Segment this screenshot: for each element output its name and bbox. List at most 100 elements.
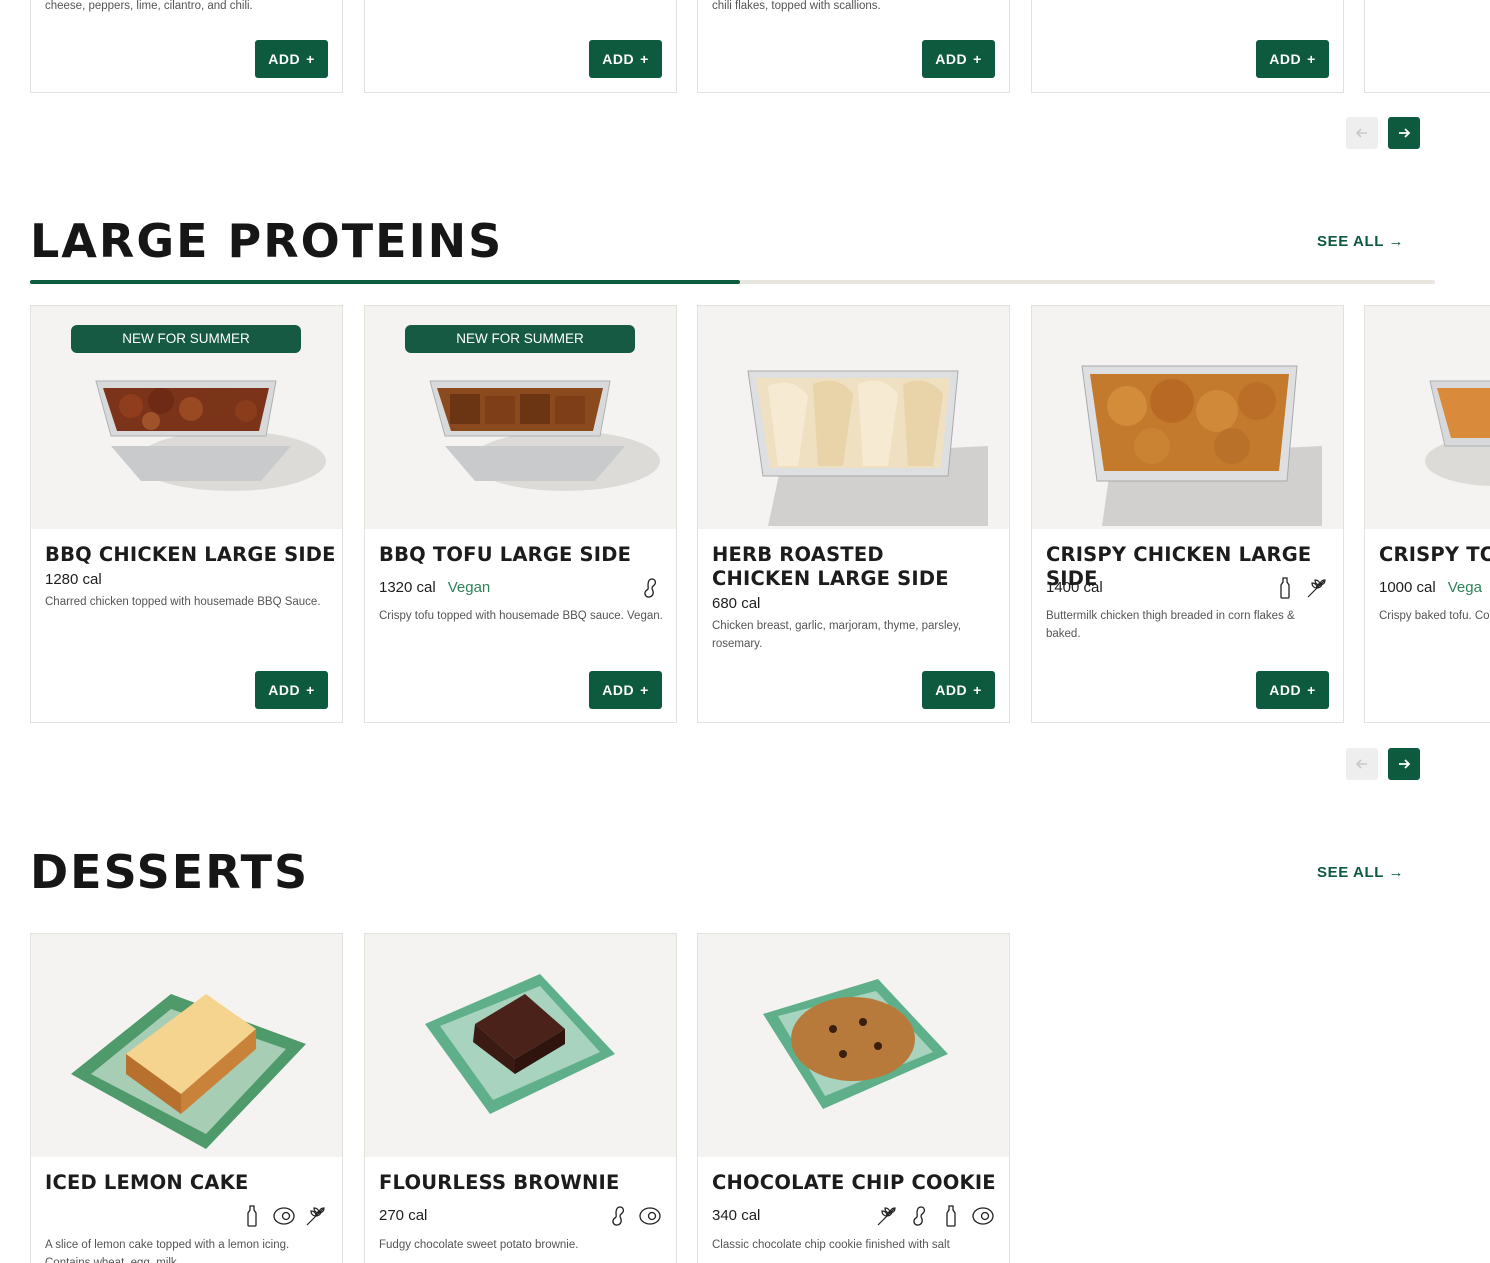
add-label: ADD (1269, 51, 1302, 67)
menu-card: cheese, peppers, lime, cilantro, and chi… (30, 0, 343, 93)
milk-icon (1280, 577, 1290, 599)
product-description: Buttermilk chicken thigh breaded in corn… (1046, 610, 1295, 640)
add-button[interactable]: ADD + (922, 671, 995, 709)
add-button[interactable]: ADD + (589, 40, 662, 78)
product-calories: 270 cal (379, 1207, 428, 1224)
product-name: CRISPY TOF (1379, 543, 1490, 566)
product-name: BBQ TOFU LARGE SIDE (379, 543, 632, 566)
arrow-left-icon (1355, 128, 1367, 138)
plus-icon: + (1307, 51, 1316, 67)
carousel-prev-button[interactable] (1346, 117, 1378, 149)
menu-card: ADD + (1031, 0, 1344, 93)
menu-card: ADD + (364, 0, 677, 93)
food-tray-image (747, 370, 988, 526)
product-description: Chicken breast, garlic, marjoram, thyme,… (712, 620, 962, 650)
calories-value: 1320 cal (379, 579, 436, 596)
add-label: ADD (602, 682, 635, 698)
add-button[interactable]: ADD + (255, 671, 328, 709)
allergen-icons (606, 1204, 662, 1228)
wheat-icon (306, 1207, 325, 1226)
product-calories: 1000 cal Vega (1379, 579, 1482, 596)
menu-card: ICED LEMON CAKE A slice of lemon cake to… (30, 933, 343, 1263)
menu-card: CRISPY TOF 1000 cal Vega Crispy baked tof… (1364, 305, 1490, 723)
product-image (698, 934, 1009, 1157)
product-calories: 340 cal (712, 1207, 761, 1224)
cookie-image (763, 979, 948, 1109)
peanut-icon (612, 1206, 625, 1226)
product-calories: 680 cal (712, 595, 761, 612)
plus-icon: + (973, 682, 982, 698)
product-name: FLOURLESS BROWNIE (379, 1171, 620, 1194)
vegan-tag: Vegan (447, 579, 491, 596)
carousel-prev-button[interactable] (1346, 748, 1378, 780)
product-description: A slice of lemon cake topped with a lemo… (45, 1239, 290, 1263)
add-label: ADD (268, 682, 301, 698)
section-title: LARGE PROTEINS (30, 214, 504, 268)
allergen-icons (638, 576, 662, 600)
add-button[interactable]: ADD + (1256, 671, 1329, 709)
card-description: cheese, peppers, lime, cilantro, and chi… (45, 0, 253, 12)
plus-icon: + (306, 51, 315, 67)
add-button[interactable]: ADD + (922, 40, 995, 78)
plus-icon: + (973, 51, 982, 67)
arrow-right-icon (1399, 128, 1411, 138)
product-description: Classic chocolate chip cookie finished w… (712, 1239, 950, 1251)
plus-icon: + (1307, 682, 1316, 698)
product-name: BBQ CHICKEN LARGE SIDE (45, 543, 336, 566)
brownie-image (425, 974, 615, 1114)
add-button[interactable]: ADD + (1256, 40, 1329, 78)
add-button[interactable]: ADD + (589, 671, 662, 709)
product-image (1032, 306, 1343, 529)
see-all-link[interactable]: SEE ALL → (1317, 864, 1404, 881)
add-label: ADD (1269, 682, 1302, 698)
card-description: chili flakes, topped with scallions. (712, 0, 881, 12)
egg-icon (639, 1207, 661, 1225)
menu-card: NEW FOR SUMMER BBQ TOFU LARGE SIDE 1320 … (364, 305, 677, 723)
product-description: Crispy tofu topped with housemade BBQ sa… (379, 610, 663, 622)
carousel-progress-fill (30, 280, 740, 284)
product-description: Fudgy chocolate sweet potato brownie. (379, 1239, 579, 1251)
product-image (31, 934, 342, 1157)
product-name: HERB ROASTED CHICKEN LARGE SIDE (712, 543, 949, 590)
desserts-carousel: ICED LEMON CAKE A slice of lemon cake to… (0, 933, 1490, 1263)
product-image (365, 934, 676, 1157)
carousel-next-button[interactable] (1388, 117, 1420, 149)
allergen-icons (1273, 576, 1329, 600)
product-description: Crispy baked tofu. Co (1379, 610, 1490, 622)
food-tray-image (1425, 380, 1490, 486)
plus-icon: + (306, 682, 315, 698)
menu-card: CRISPY CHICKEN LARGE SIDE 1400 cal Butte… (1031, 305, 1344, 723)
product-description: Charred chicken topped with housemade BB… (45, 596, 321, 608)
peanut-icon (644, 578, 657, 598)
egg-icon (972, 1207, 994, 1225)
menu-card: chili flakes, topped with scallions. ADD… (697, 0, 1010, 93)
egg-icon (273, 1207, 295, 1225)
wheat-icon (1307, 579, 1326, 598)
carousel-next-button[interactable] (1388, 748, 1420, 780)
peanut-icon (913, 1206, 926, 1226)
menu-card: FLOURLESS BROWNIE 270 cal Fudgy chocolat… (364, 933, 677, 1263)
section-title: DESSERTS (30, 845, 310, 899)
menu-card: CHOCOLATE CHIP COOKIE 340 cal Classic ch… (697, 933, 1010, 1263)
add-label: ADD (602, 51, 635, 67)
menu-card: NEW FOR SUMMER BBQ CHICKEN LARGE SIDE 12… (30, 305, 343, 723)
carousel-progress-track (30, 280, 1435, 284)
product-image (1365, 306, 1490, 529)
product-name: ICED LEMON CAKE (45, 1171, 249, 1194)
product-name: CHOCOLATE CHIP COOKIE (712, 1171, 996, 1194)
milk-icon (946, 1205, 956, 1227)
add-label: ADD (268, 51, 301, 67)
allergen-icons (240, 1204, 328, 1228)
promo-badge: NEW FOR SUMMER (71, 325, 301, 353)
see-all-link[interactable]: SEE ALL → (1317, 233, 1404, 250)
lemon-cake-image (71, 994, 306, 1149)
arrow-right-icon (1399, 759, 1411, 769)
wheat-icon (877, 1207, 896, 1226)
food-tray-image (1081, 365, 1322, 526)
calories-value: 1000 cal (1379, 579, 1436, 596)
vegan-tag: Vega (1447, 579, 1482, 596)
plus-icon: + (640, 51, 649, 67)
add-button[interactable]: ADD + (255, 40, 328, 78)
product-calories: 1400 cal (1046, 579, 1103, 596)
top-carousel: cheese, peppers, lime, cilantro, and chi… (0, 0, 1490, 160)
